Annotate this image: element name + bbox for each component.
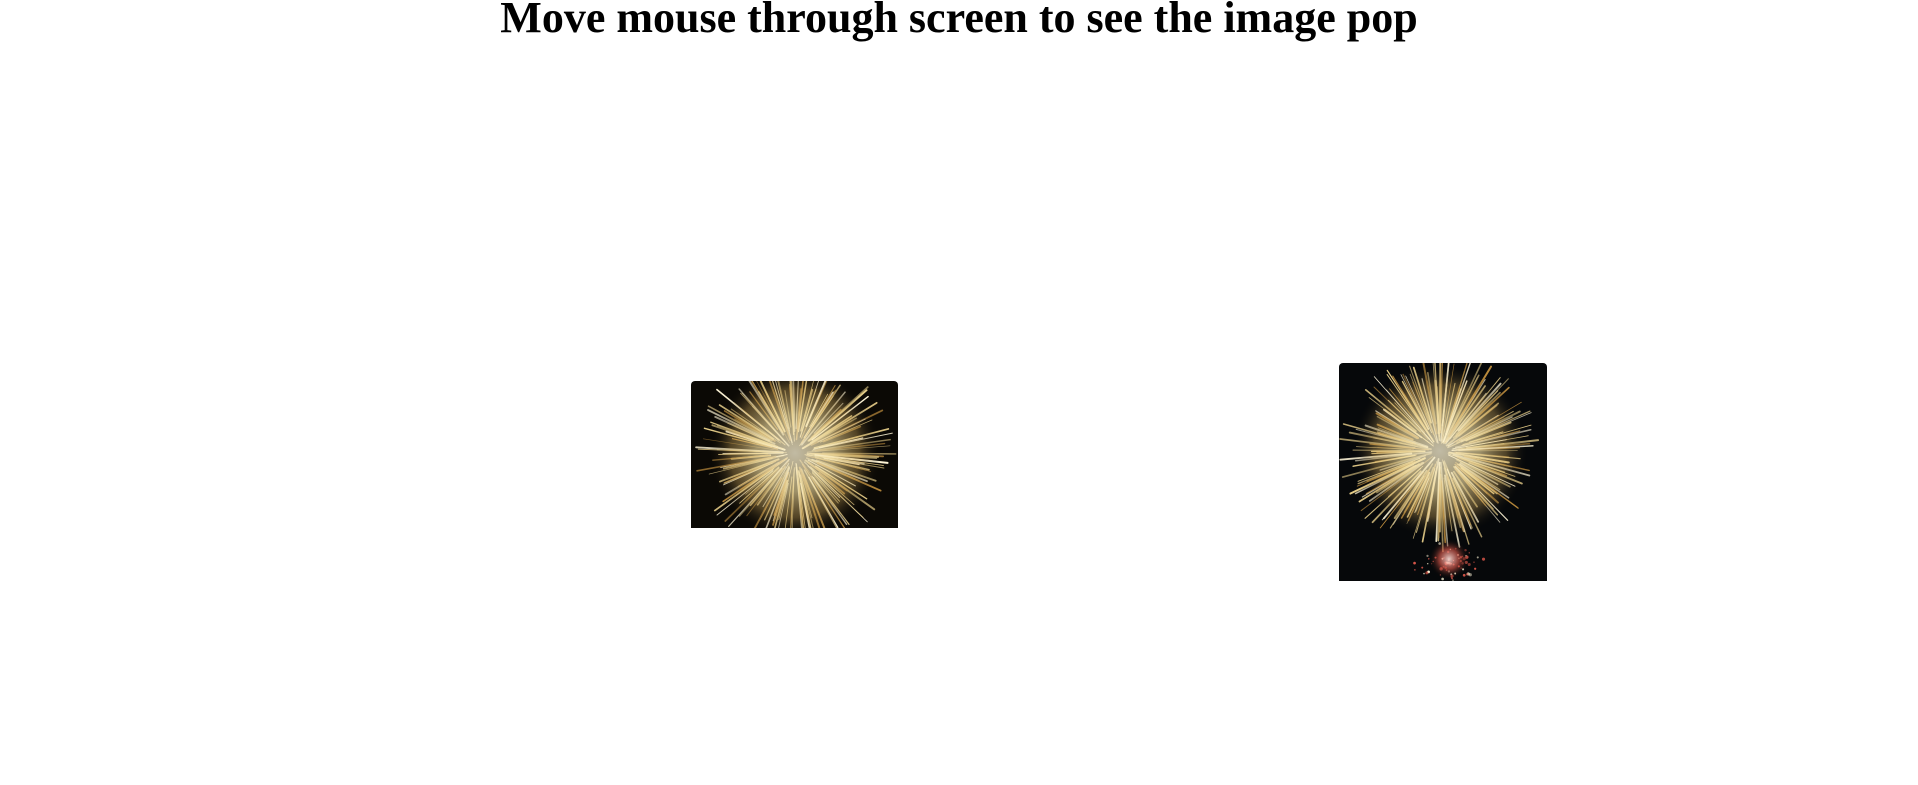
page-title: Move mouse through screen to see the ima… bbox=[500, 0, 1418, 42]
fireworks-burst-graphic bbox=[1339, 363, 1547, 581]
fireworks-image-left[interactable] bbox=[691, 381, 898, 528]
fireworks-burst-graphic bbox=[691, 381, 898, 528]
fireworks-image-right[interactable] bbox=[1339, 363, 1547, 581]
